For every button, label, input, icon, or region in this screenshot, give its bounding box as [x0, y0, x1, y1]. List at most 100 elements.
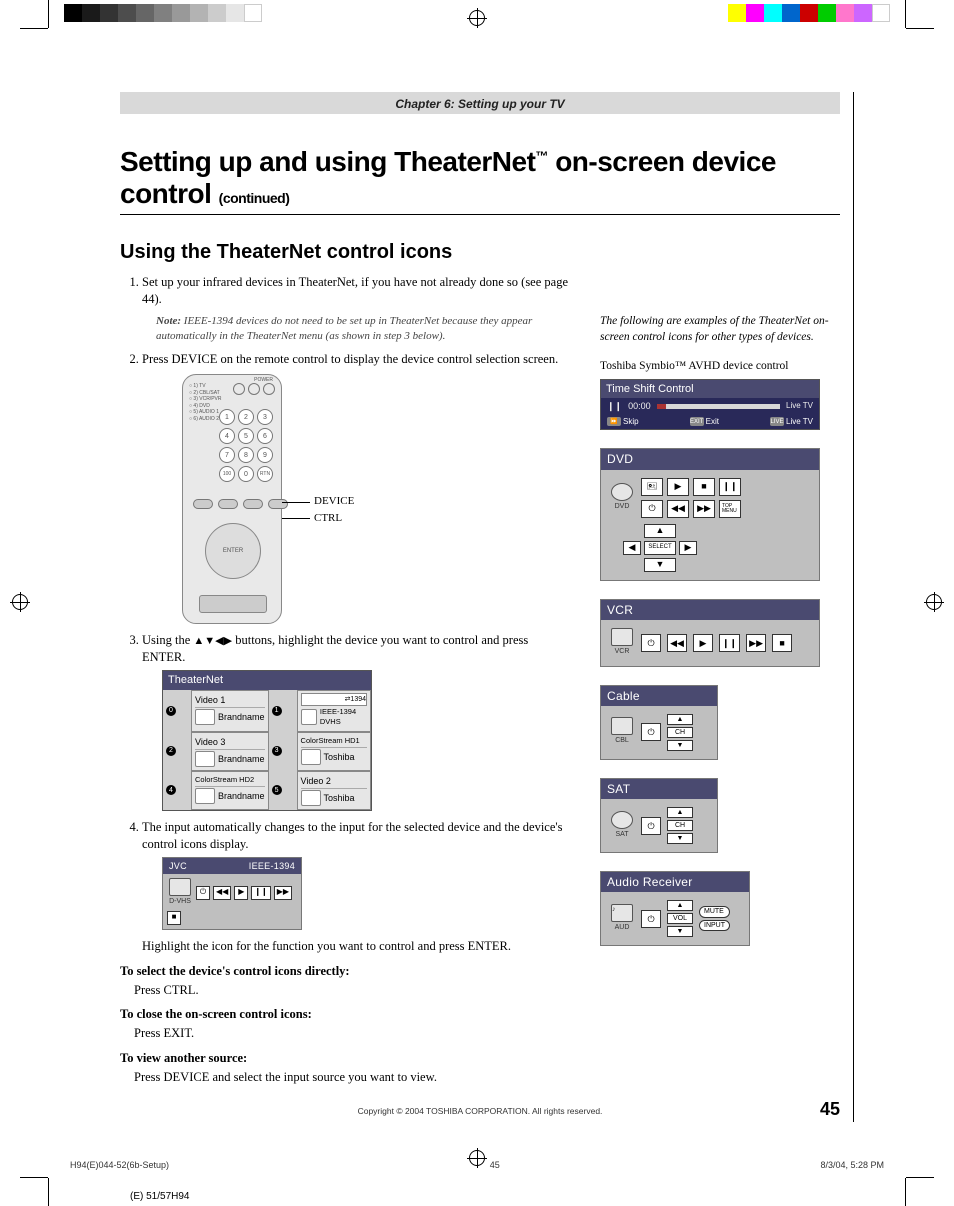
pointer-line — [282, 518, 310, 519]
disc-icon: 🖭 — [641, 478, 663, 496]
sat-panel: SAT SAT ⏻ ▲ CH ▼ — [600, 778, 718, 853]
cropmark — [905, 1178, 906, 1206]
ffwd-icon: ▶▶ — [693, 500, 715, 518]
jvc-panel: JVCIEEE-1394 D-VHS ⏻ ◀◀ ▶ ❙❙ ▶▶ ■ — [162, 857, 302, 930]
rewind-icon: ◀◀ — [667, 500, 689, 518]
cable-panel: Cable CBL ⏻ ▲ CH ▼ — [600, 685, 718, 760]
up-icon: ▲ — [644, 524, 676, 538]
left-column: Set up your infrared devices in TheaterN… — [120, 274, 570, 1086]
step-3: Using the ▲▼◀▶ buttons, highlight the de… — [142, 632, 570, 811]
ch-up-icon: ▲ — [667, 807, 693, 818]
vcr-panel: VCR VCR ⏻ ◀◀ ▶ ❙❙ ▶▶ ■ — [600, 599, 820, 667]
topmenu-button: TOP MENU — [719, 500, 741, 518]
channel-stepper: ▲ CH ▼ — [667, 714, 693, 751]
mute-button: MUTE — [699, 906, 730, 917]
down-icon: ▼ — [644, 558, 676, 572]
step-4: The input automatically changes to the i… — [142, 819, 570, 955]
remote-numpad: 1234567891000RTN — [219, 409, 273, 482]
registration-mark — [12, 594, 28, 610]
ch-down-icon: ▼ — [667, 740, 693, 751]
select-button: SELECT — [644, 541, 676, 555]
pointer-line — [282, 502, 310, 503]
right-intro: The following are examples of the Theate… — [600, 314, 840, 345]
pause-icon: ❙❙ — [607, 400, 622, 412]
step-1: Set up your infrared devices in TheaterN… — [142, 274, 570, 343]
nav-cluster: ▲ ◀ SELECT ▶ ▼ — [623, 524, 697, 572]
power-icon: ⏻ — [641, 723, 661, 741]
cropmark — [905, 0, 906, 28]
ch-up-icon: ▲ — [667, 714, 693, 725]
stop-icon: ■ — [772, 634, 792, 652]
grayscale-bar — [64, 4, 262, 22]
cable-icon: CBL — [609, 717, 635, 747]
steps-list: Set up your infrared devices in TheaterN… — [120, 274, 570, 955]
cropmark — [906, 1177, 934, 1178]
page: Chapter 6: Setting up your TV Setting up… — [0, 0, 954, 1206]
right-icon: ▶ — [679, 541, 697, 555]
left-icon: ◀ — [623, 541, 641, 555]
audio-panel: Audio Receiver ♪AUD ⏻ ▲ VOL ▼ MUTE INPUT — [600, 871, 750, 946]
vol-up-icon: ▲ — [667, 900, 693, 911]
ffwd-icon: ▶▶ — [274, 886, 292, 900]
power-icon: ⏻ — [641, 910, 661, 928]
remote-mid-row — [193, 499, 288, 509]
content-area: Chapter 6: Setting up your TV Setting up… — [120, 92, 840, 1116]
sub-select: To select the device's control icons dir… — [120, 963, 570, 999]
audio-icon: ♪AUD — [609, 904, 635, 934]
vcr-icon: VCR — [609, 628, 635, 658]
theaternet-header: TheaterNet — [163, 671, 371, 690]
pause-icon: ❙❙ — [719, 478, 741, 496]
stop-icon: ■ — [693, 478, 715, 496]
step-4b: Highlight the icon for the function you … — [142, 938, 570, 955]
rewind-icon: ◀◀ — [213, 886, 231, 900]
vol-down-icon: ▼ — [667, 926, 693, 937]
remote-top-buttons — [233, 383, 275, 395]
title-rule — [120, 214, 840, 215]
livetv-button: LIVELive TV — [770, 417, 813, 428]
cropmark — [20, 1177, 48, 1178]
remote-switches: ○ 1) TV ○ 2) CBL/SAT ○ 3) VCR/PVR ○ 4) D… — [189, 383, 221, 422]
pointer-label-ctrl: CTRL — [314, 511, 342, 526]
power-icon: ⏻ — [641, 817, 661, 835]
remote-icon: ○ 1) TV ○ 2) CBL/SAT ○ 3) VCR/PVR ○ 4) D… — [182, 374, 282, 624]
note-block: Note: IEEE-1394 devices do not need to b… — [156, 314, 570, 344]
dvhs-icon: D-VHS — [167, 878, 193, 908]
cropmark — [906, 28, 934, 29]
section-heading: Using the TheaterNet control icons — [120, 241, 840, 264]
registration-mark — [469, 10, 485, 26]
sub-view: To view another source: Press DEVICE and… — [120, 1050, 570, 1086]
sat-icon: SAT — [609, 811, 635, 841]
remote-figure: ○ 1) TV ○ 2) CBL/SAT ○ 3) VCR/PVR ○ 4) D… — [182, 374, 312, 624]
pointer-label-device: DEVICE — [314, 494, 354, 509]
remote-transport — [199, 595, 267, 613]
play-icon: ▶ — [693, 634, 713, 652]
copyright: Copyright © 2004 TOSHIBA CORPORATION. Al… — [120, 1106, 840, 1116]
stop-icon: ■ — [167, 911, 181, 925]
cropmark — [48, 0, 49, 28]
page-number: 45 — [820, 1099, 840, 1120]
footer-meta: H94(E)044-52(6b-Setup) 45 8/3/04, 5:28 P… — [70, 1160, 884, 1170]
power-icon: ⏻ — [641, 500, 663, 518]
ffwd-icon: ▶▶ — [746, 634, 766, 652]
power-icon: ⏻ — [641, 634, 661, 652]
margin-rule — [853, 92, 854, 1122]
right-column: The following are examples of the Theate… — [600, 274, 840, 1086]
skip-button: ⏩Skip — [607, 417, 639, 428]
timeshift-panel: Time Shift Control ❙❙ 00:00 Live TV ⏩Ski… — [600, 379, 820, 431]
channel-stepper: ▲ CH ▼ — [667, 807, 693, 844]
play-icon: ▶ — [667, 478, 689, 496]
step-2: Press DEVICE on the remote control to di… — [142, 351, 570, 624]
input-button: INPUT — [699, 920, 730, 931]
sub-close: To close the on-screen control icons: Pr… — [120, 1006, 570, 1042]
pause-icon: ❙❙ — [719, 634, 740, 652]
dvd-panel: DVD DVD 🖭 ▶ ■ ❙❙ ⏻ ◀◀ ▶▶ TOP MENU — [600, 448, 820, 580]
pause-icon: ❙❙ — [251, 886, 270, 900]
progress-bar — [657, 404, 780, 409]
ch-down-icon: ▼ — [667, 833, 693, 844]
arrow-icons: ▲▼◀▶ — [193, 635, 232, 647]
remote-dpad: ENTER — [205, 523, 261, 579]
page-title: Setting up and using TheaterNet™ on-scre… — [120, 146, 840, 210]
power-icon: ⏻ — [196, 886, 210, 900]
color-bar — [728, 4, 890, 22]
chapter-bar: Chapter 6: Setting up your TV — [120, 92, 840, 114]
